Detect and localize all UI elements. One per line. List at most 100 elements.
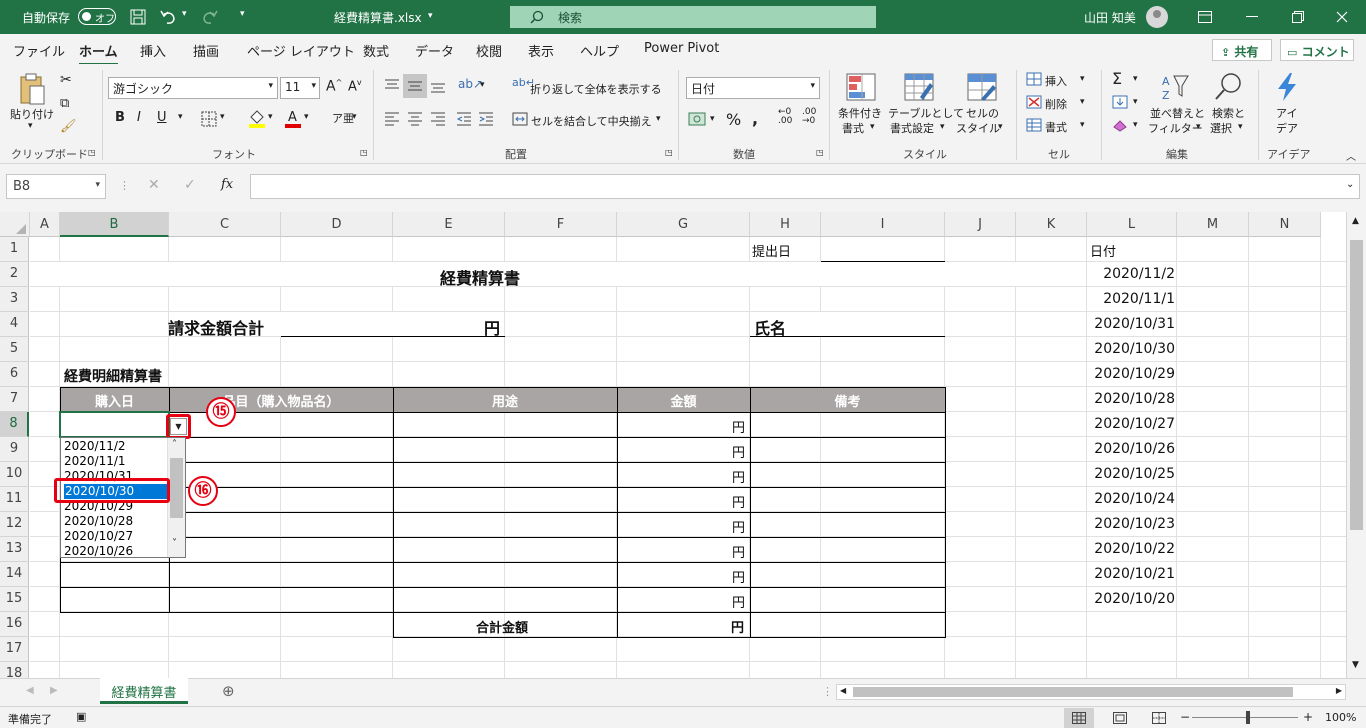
- format-cells-icon[interactable]: [1026, 118, 1042, 132]
- avatar[interactable]: [1146, 6, 1168, 28]
- restore-icon[interactable]: [1292, 11, 1304, 23]
- cond-format-line2[interactable]: 書式: [842, 120, 864, 136]
- increase-font-icon[interactable]: A^: [326, 78, 342, 95]
- page-layout-view-icon[interactable]: [1113, 712, 1127, 724]
- chevron-up-icon[interactable]: ˄: [172, 439, 177, 450]
- sort-filter-icon[interactable]: AZ: [1160, 72, 1192, 102]
- ideas-icon[interactable]: [1274, 72, 1300, 102]
- row-header[interactable]: 16: [0, 612, 29, 637]
- column-header[interactable]: J: [945, 212, 1016, 237]
- zoom-level[interactable]: 100%: [1325, 711, 1356, 724]
- h-scroll-thumb[interactable]: [853, 687, 1293, 697]
- cancel-icon[interactable]: ✕: [148, 177, 160, 193]
- cond-format-line1[interactable]: 条件付き: [838, 105, 882, 121]
- dropdown-option[interactable]: 2020/11/1: [64, 454, 126, 469]
- share-button[interactable]: ⇪ 共有: [1212, 39, 1272, 61]
- active-cell-border[interactable]: [59, 411, 170, 438]
- scroll-down-icon[interactable]: ▼: [1352, 660, 1359, 670]
- column-header[interactable]: B: [60, 212, 169, 237]
- zoom-out-icon[interactable]: −: [1180, 710, 1190, 724]
- vertical-scrollbar[interactable]: ▲ ▼: [1346, 212, 1366, 678]
- paste-label[interactable]: 貼り付け: [10, 106, 54, 122]
- autosave-toggle[interactable]: オフ: [78, 8, 116, 25]
- borders-icon[interactable]: [201, 111, 217, 127]
- paste-dropdown-icon[interactable]: ▾: [28, 121, 33, 131]
- scroll-right-icon[interactable]: ▶: [1336, 686, 1342, 695]
- row-header[interactable]: 9: [0, 437, 29, 462]
- autosum-dropdown-icon[interactable]: ▾: [1133, 74, 1138, 84]
- find-select-icon[interactable]: [1214, 72, 1244, 102]
- row-header[interactable]: 6: [0, 362, 29, 387]
- column-header[interactable]: M: [1177, 212, 1249, 237]
- tab-page-layout[interactable]: ページ レイアウト: [247, 41, 355, 60]
- find-select-dropdown-icon[interactable]: ▾: [1238, 122, 1243, 132]
- sheet-tab-active[interactable]: 経費精算書: [100, 678, 188, 704]
- scroll-thumb[interactable]: [1350, 240, 1363, 530]
- find-select-line2[interactable]: 選択: [1210, 120, 1232, 136]
- conditional-formatting-icon[interactable]: [846, 73, 876, 101]
- column-header[interactable]: H: [750, 212, 821, 237]
- cell-style-line2[interactable]: スタイル: [956, 120, 1000, 136]
- copy-icon[interactable]: ⧉: [60, 96, 69, 111]
- number-launcher-icon[interactable]: ◳: [816, 148, 824, 157]
- cell-style-dropdown-icon[interactable]: ▾: [998, 122, 1003, 132]
- worksheet-grid[interactable]: A B C D E F G H I J K L M N 1 2 3 4 5 6 7 8 9 10 11 12 13 14 15 16 17 1…: [0, 212, 1346, 678]
- comment-button[interactable]: ▭ コメント: [1280, 39, 1354, 61]
- borders-dropdown-icon[interactable]: ▾: [220, 112, 225, 122]
- row-header[interactable]: 14: [0, 562, 29, 587]
- redo-icon[interactable]: [200, 9, 218, 25]
- phonetic-dropdown-icon[interactable]: ▾: [352, 112, 357, 122]
- decrease-decimal-icon[interactable]: .00 →0: [802, 108, 816, 126]
- font-size-select[interactable]: 11 ▾: [280, 77, 320, 99]
- fill-color-dropdown-icon[interactable]: ▾: [268, 112, 273, 122]
- align-bottom-icon[interactable]: [430, 78, 446, 94]
- autosum-icon[interactable]: Σ: [1112, 69, 1122, 88]
- cell-style-line1[interactable]: セルの: [966, 105, 999, 121]
- name-box[interactable]: B8 ▾: [6, 174, 106, 199]
- tab-help[interactable]: ヘルプ: [580, 41, 619, 60]
- prev-sheet-icon[interactable]: ◀: [26, 685, 34, 696]
- number-format-select[interactable]: 日付 ▾: [686, 77, 820, 99]
- clear-icon[interactable]: [1112, 118, 1128, 132]
- row-header[interactable]: 1: [0, 237, 29, 262]
- format-painter-icon[interactable]: 🖌: [60, 119, 77, 134]
- merge-center-icon[interactable]: [512, 111, 528, 127]
- underline-dropdown-icon[interactable]: ▾: [178, 112, 183, 122]
- percent-icon[interactable]: %: [726, 110, 741, 129]
- tab-data[interactable]: データ: [415, 41, 454, 60]
- phonetic-icon[interactable]: ア亜: [332, 110, 354, 126]
- comma-icon[interactable]: ,: [752, 109, 758, 128]
- tab-power-pivot[interactable]: Power Pivot: [644, 41, 719, 56]
- clear-dropdown-icon[interactable]: ▾: [1133, 120, 1138, 130]
- bold-icon[interactable]: B: [115, 110, 125, 125]
- column-header[interactable]: C: [169, 212, 281, 237]
- dropdown-option[interactable]: 2020/11/2: [64, 439, 126, 454]
- delete-cells-button[interactable]: 削除: [1045, 96, 1067, 112]
- row-header[interactable]: 12: [0, 512, 29, 537]
- font-color-dropdown-icon[interactable]: ▾: [304, 112, 309, 122]
- increase-decimal-icon[interactable]: ←0.00: [778, 108, 792, 126]
- currency-icon[interactable]: [688, 112, 706, 126]
- column-header[interactable]: N: [1249, 212, 1321, 237]
- insert-dropdown-icon[interactable]: ▾: [1080, 74, 1085, 84]
- column-header[interactable]: L: [1087, 212, 1177, 237]
- macro-record-icon[interactable]: ▣: [76, 710, 86, 723]
- customize-qat-icon[interactable]: ▾: [240, 9, 245, 19]
- table-format-dropdown-icon[interactable]: ▾: [940, 122, 945, 132]
- ideas-line2[interactable]: デア: [1276, 120, 1298, 136]
- format-dropdown-icon[interactable]: ▾: [1080, 120, 1085, 130]
- row-header[interactable]: 15: [0, 587, 29, 612]
- row-header[interactable]: 5: [0, 337, 29, 362]
- row-header[interactable]: 11: [0, 487, 29, 512]
- align-left-icon[interactable]: [384, 111, 400, 127]
- dropdown-option[interactable]: 2020/10/26: [64, 544, 133, 559]
- underline-icon[interactable]: U: [157, 110, 167, 125]
- row-header[interactable]: 2: [0, 262, 29, 287]
- undo-icon[interactable]: [160, 9, 178, 25]
- column-header[interactable]: K: [1016, 212, 1087, 237]
- row-header[interactable]: 13: [0, 537, 29, 562]
- merge-center-button[interactable]: セルを結合して中央揃え: [531, 113, 652, 129]
- column-header[interactable]: I: [821, 212, 945, 237]
- orientation-dropdown-icon[interactable]: ▾: [480, 80, 485, 90]
- cut-icon[interactable]: ✂: [60, 72, 72, 88]
